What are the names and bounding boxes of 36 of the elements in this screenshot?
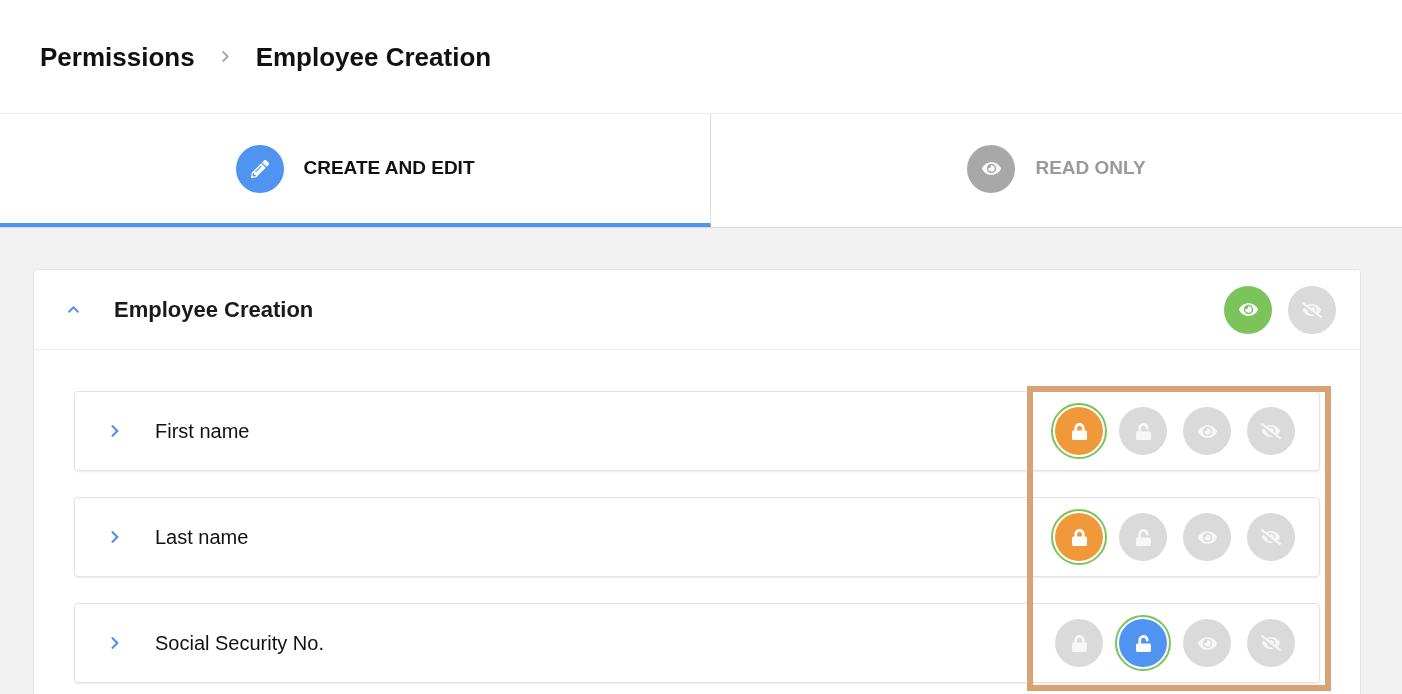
field-label: Last name: [155, 525, 249, 550]
chevron-up-icon[interactable]: [67, 303, 80, 316]
lock-button[interactable]: [1055, 619, 1103, 667]
eye-slash-icon: [1261, 421, 1281, 441]
chevron-right-icon[interactable]: [109, 636, 121, 650]
open-lock-icon: [1134, 528, 1152, 546]
open-lock-icon: [1134, 422, 1152, 440]
lock-icon: [1070, 634, 1088, 652]
lock-button[interactable]: [1051, 509, 1107, 565]
unlock-button[interactable]: [1119, 513, 1167, 561]
open-lock-icon: [1134, 634, 1152, 652]
eye-icon: [1238, 300, 1258, 319]
chevron-right-icon[interactable]: [109, 530, 121, 544]
section-title: Employee Creation: [114, 296, 314, 324]
breadcrumb-link[interactable]: Permissions: [40, 43, 195, 70]
hide-button[interactable]: [1288, 285, 1336, 334]
eye-slash-icon: [1261, 633, 1281, 653]
unlock-button[interactable]: [1115, 615, 1171, 671]
hide-button[interactable]: [1247, 407, 1295, 455]
hide-button[interactable]: [1247, 513, 1295, 561]
show-button[interactable]: [1183, 407, 1231, 455]
lock-icon: [1070, 422, 1088, 440]
lock-icon: [1070, 528, 1088, 546]
lock-button[interactable]: [1051, 403, 1107, 459]
unlock-button[interactable]: [1119, 407, 1167, 455]
show-button[interactable]: [1183, 513, 1231, 561]
chevron-right-icon[interactable]: [109, 424, 121, 438]
eye-slash-icon: [1261, 527, 1281, 547]
hide-button[interactable]: [1247, 619, 1295, 667]
chevron-right-icon: [219, 50, 231, 63]
field-label: First name: [155, 419, 250, 444]
show-button[interactable]: [1224, 285, 1272, 334]
eye-slash-icon: [1302, 299, 1322, 320]
show-button[interactable]: [1183, 619, 1231, 667]
page-title: Employee Creation: [255, 43, 492, 70]
field-label: Social Security No.: [155, 631, 324, 656]
